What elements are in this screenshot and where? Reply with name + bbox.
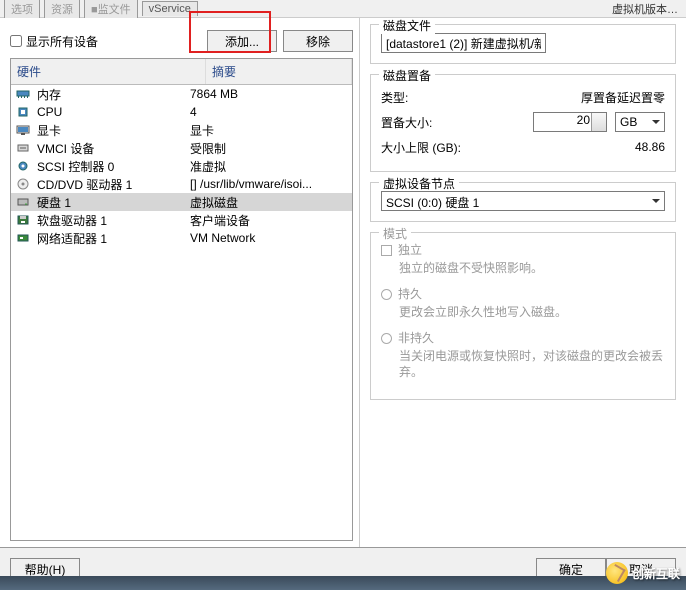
table-row[interactable]: 网络适配器 1 VM Network <box>11 229 352 247</box>
hw-name: CD/DVD 驱动器 1 <box>37 176 132 193</box>
floppy-icon <box>15 213 31 227</box>
remove-button[interactable]: 移除 <box>283 30 353 52</box>
mode-title: 模式 <box>379 225 411 242</box>
nonpersistent-desc: 当关闭电源或恢复快照时，对该磁盘的更改会被丢弃。 <box>399 348 665 382</box>
table-row[interactable]: 显卡 显卡 <box>11 121 352 139</box>
cd-icon <box>15 177 31 191</box>
hw-name: 显卡 <box>37 122 61 139</box>
vdev-title: 虚拟设备节点 <box>379 175 459 192</box>
vm-version-label: 虚拟机版本… <box>612 1 678 17</box>
disk-provision-title: 磁盘置备 <box>379 67 435 84</box>
watermark-icon <box>606 562 628 584</box>
show-all-devices-checkbox[interactable]: 显示所有设备 <box>10 33 98 50</box>
table-row[interactable]: 软盘驱动器 1 客户端设备 <box>11 211 352 229</box>
hw-summary: [] /usr/lib/vmware/isoi... <box>190 177 352 191</box>
size-spinner[interactable]: 20 <box>533 112 607 132</box>
memory-icon <box>15 87 31 101</box>
col-summary[interactable]: 摘要 <box>206 59 352 84</box>
table-row[interactable]: CPU 4 <box>11 103 352 121</box>
col-hardware[interactable]: 硬件 <box>11 59 206 84</box>
limit-label: 大小上限 (GB): <box>381 139 491 156</box>
disk-file-input[interactable] <box>381 33 546 53</box>
show-all-checkbox-input[interactable] <box>10 35 22 47</box>
type-label: 类型: <box>381 89 461 106</box>
hw-summary: 客户端设备 <box>190 212 352 229</box>
hw-summary: 显卡 <box>190 122 352 139</box>
show-all-label: 显示所有设备 <box>26 33 98 50</box>
hardware-table: 硬件 摘要 内存7864 MBCPU4显卡显卡VMCI 设备受限制SCSI 控制… <box>10 58 353 541</box>
nic-icon <box>15 231 31 245</box>
hw-name: 软盘驱动器 1 <box>37 212 107 229</box>
hw-summary: 准虚拟 <box>190 158 352 175</box>
hw-name: CPU <box>37 105 62 119</box>
watermark: 创新互联 <box>606 562 680 584</box>
persistent-radio[interactable] <box>381 289 392 300</box>
nonpersistent-radio[interactable] <box>381 333 392 344</box>
hw-name: 硬盘 1 <box>37 194 71 211</box>
independent-label: 独立 <box>398 243 422 257</box>
vdev-select[interactable]: SCSI (0:0) 硬盘 1 <box>381 191 665 211</box>
disk-file-group: 磁盘文件 <box>370 24 676 64</box>
independent-checkbox[interactable] <box>381 245 392 256</box>
hw-name: SCSI 控制器 0 <box>37 158 114 175</box>
hw-summary: VM Network <box>190 231 352 245</box>
disk-file-title: 磁盘文件 <box>379 18 435 34</box>
hw-name: 内存 <box>37 86 61 103</box>
hw-summary: 4 <box>190 105 352 119</box>
vmci-icon <box>15 141 31 155</box>
disk-provision-group: 磁盘置备 类型: 厚置备延迟置零 置备大小: 20 GB 大小上限 (GB): … <box>370 74 676 172</box>
watermark-text: 创新互联 <box>632 565 680 582</box>
tab-options[interactable]: 选项 <box>4 0 40 18</box>
tab-profiles[interactable]: ■监文件 <box>84 0 138 18</box>
table-row[interactable]: CD/DVD 驱动器 1 [] /usr/lib/vmware/isoi... <box>11 175 352 193</box>
nonpersistent-label: 非持久 <box>398 331 434 345</box>
scsi-icon <box>15 159 31 173</box>
hw-name: VMCI 设备 <box>37 140 94 157</box>
hw-name: 网络适配器 1 <box>37 230 107 247</box>
type-value: 厚置备延迟置零 <box>581 89 665 106</box>
detail-pane: 磁盘文件 磁盘置备 类型: 厚置备延迟置零 置备大小: 20 GB 大小上限 (… <box>360 18 686 547</box>
tab-strip: 选项 资源 ■监文件 vService 虚拟机版本… <box>0 0 686 18</box>
table-row[interactable]: 硬盘 1 虚拟磁盘 <box>11 193 352 211</box>
limit-value: 48.86 <box>635 140 665 154</box>
hw-summary: 虚拟磁盘 <box>190 194 352 211</box>
disk-icon <box>15 195 31 209</box>
vdev-node-group: 虚拟设备节点 SCSI (0:0) 硬盘 1 <box>370 182 676 222</box>
mode-group: 模式 独立 独立的磁盘不受快照影响。 持久 更改会立即永久性地写入磁盘。 非持久… <box>370 232 676 400</box>
size-unit-select[interactable]: GB <box>615 112 665 132</box>
size-label: 置备大小: <box>381 114 461 131</box>
video-icon <box>15 123 31 137</box>
independent-desc: 独立的磁盘不受快照影响。 <box>399 260 665 277</box>
tab-vservice[interactable]: vService <box>142 1 198 16</box>
table-row[interactable]: SCSI 控制器 0 准虚拟 <box>11 157 352 175</box>
add-button[interactable]: 添加... <box>207 30 277 52</box>
taskbar <box>0 576 686 590</box>
hw-summary: 7864 MB <box>190 87 352 101</box>
tab-resources[interactable]: 资源 <box>44 0 80 18</box>
persistent-desc: 更改会立即永久性地写入磁盘。 <box>399 304 665 321</box>
persistent-label: 持久 <box>398 287 422 301</box>
hardware-pane: 显示所有设备 添加... 移除 硬件 摘要 内存7864 MBCPU4显卡显卡V… <box>0 18 360 547</box>
cpu-icon <box>15 105 31 119</box>
table-row[interactable]: VMCI 设备 受限制 <box>11 139 352 157</box>
hw-summary: 受限制 <box>190 140 352 157</box>
table-row[interactable]: 内存 7864 MB <box>11 85 352 103</box>
